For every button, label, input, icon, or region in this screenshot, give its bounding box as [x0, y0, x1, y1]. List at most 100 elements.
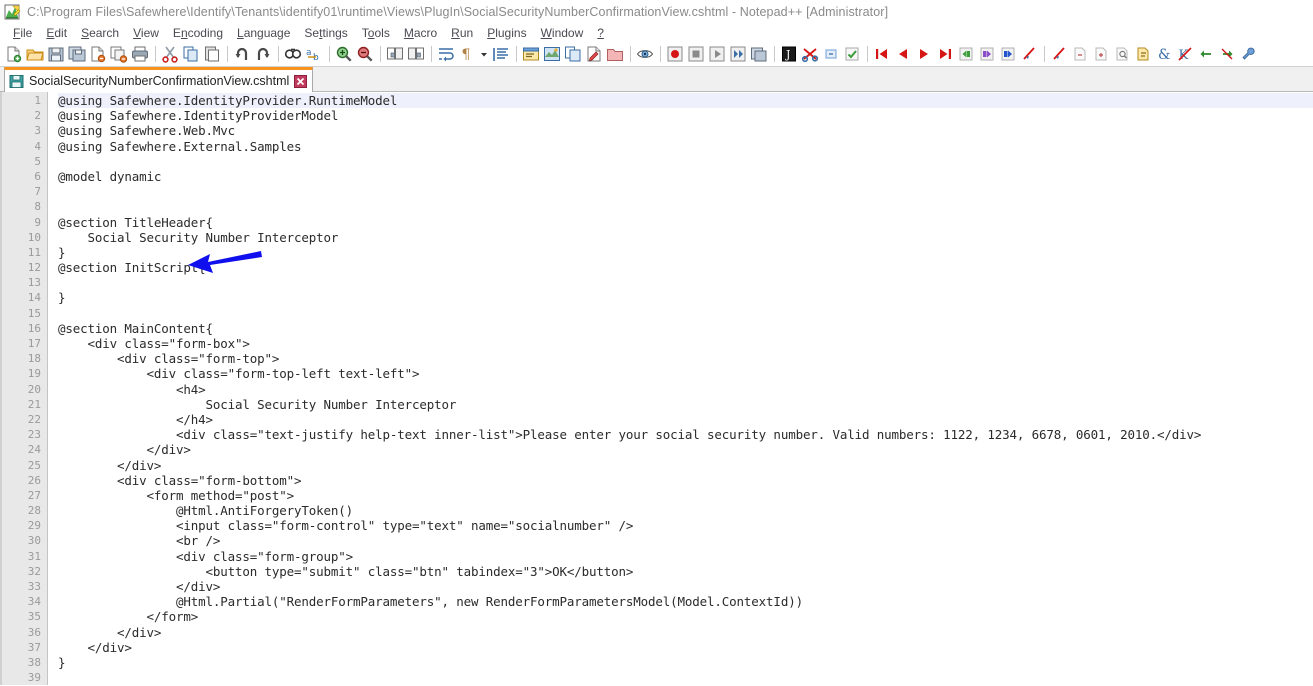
- ampersand-icon[interactable]: &: [1154, 44, 1174, 64]
- monitoring-icon[interactable]: [635, 44, 655, 64]
- function-list-icon[interactable]: [584, 44, 604, 64]
- code-line[interactable]: <form method="post">: [58, 488, 1313, 503]
- menu-settings[interactable]: Settings: [297, 26, 354, 40]
- zoom-in-icon[interactable]: [334, 44, 354, 64]
- save-macro-icon[interactable]: [749, 44, 769, 64]
- menu-window[interactable]: Window: [534, 26, 591, 40]
- code-line[interactable]: @section InitScript{: [58, 260, 1313, 275]
- word-wrap-icon[interactable]: [436, 44, 456, 64]
- code-line[interactable]: <div class="form-top">: [58, 351, 1313, 366]
- menu-tools[interactable]: Tools: [355, 26, 397, 40]
- code-line[interactable]: </div>: [58, 458, 1313, 473]
- jump-up-icon[interactable]: [1217, 44, 1237, 64]
- menu-run[interactable]: Run: [444, 26, 480, 40]
- code-line[interactable]: </div>: [58, 640, 1313, 655]
- show-all-characters-icon[interactable]: ¶: [457, 44, 477, 64]
- menu-file[interactable]: File: [6, 26, 39, 40]
- code-line[interactable]: }: [58, 655, 1313, 670]
- code-line[interactable]: [58, 275, 1313, 290]
- user-defined-dialog-icon[interactable]: [521, 44, 541, 64]
- next-diff-icon[interactable]: [914, 44, 934, 64]
- blue-arrow-icon[interactable]: [998, 44, 1018, 64]
- close-tab-icon[interactable]: [294, 74, 308, 88]
- menu-encoding[interactable]: Encoding: [166, 26, 230, 40]
- find-icon[interactable]: [283, 44, 303, 64]
- document-list-icon[interactable]: [563, 44, 583, 64]
- code-text-area[interactable]: @using Safewhere.IdentityProvider.Runtim…: [48, 92, 1313, 685]
- code-line[interactable]: <div class="form-box">: [58, 336, 1313, 351]
- code-editor[interactable]: 1 2 3 4 5 6 7 8 9 10 11 12 13 14 15 16 17 18 19 20 21 22 23 24 2…: [0, 92, 1313, 685]
- code-line[interactable]: @Html.Partial("RenderFormParameters", ne…: [58, 594, 1313, 609]
- code-line[interactable]: </div>: [58, 442, 1313, 457]
- code-line[interactable]: <div class="form-group">: [58, 549, 1313, 564]
- run-macro-multiple-icon[interactable]: [728, 44, 748, 64]
- compare-navigate-icon[interactable]: [821, 44, 841, 64]
- code-line[interactable]: <input class="form-control" type="text" …: [58, 518, 1313, 533]
- save-all-icon[interactable]: [67, 44, 87, 64]
- diff-ignore-icon[interactable]: [1049, 44, 1069, 64]
- cut-icon[interactable]: [160, 44, 180, 64]
- zoom-out-icon[interactable]: [355, 44, 375, 64]
- stop-recording-icon[interactable]: [686, 44, 706, 64]
- menu-edit[interactable]: Edit: [39, 26, 74, 40]
- jump-down-icon[interactable]: [1196, 44, 1216, 64]
- code-line[interactable]: <div class="form-bottom">: [58, 473, 1313, 488]
- sync-horizontal-scroll-icon[interactable]: [406, 44, 426, 64]
- compare-files-icon[interactable]: [800, 44, 820, 64]
- code-line[interactable]: [58, 154, 1313, 169]
- redo-icon[interactable]: [253, 44, 273, 64]
- last-diff-icon[interactable]: [935, 44, 955, 64]
- tab-bar[interactable]: SocialSecurityNumberConfirmationView.csh…: [0, 67, 1313, 92]
- menu-help[interactable]: ?: [590, 26, 611, 40]
- xml-validate-icon[interactable]: [842, 44, 862, 64]
- settings-wrench-icon[interactable]: [1238, 44, 1258, 64]
- folder-as-workspace-icon[interactable]: [605, 44, 625, 64]
- clear-style-icon[interactable]: K: [1175, 44, 1195, 64]
- toolbar[interactable]: a b ¶ J &: [0, 42, 1313, 67]
- code-line[interactable]: [58, 199, 1313, 214]
- close-file-icon[interactable]: [88, 44, 108, 64]
- save-icon[interactable]: [46, 44, 66, 64]
- minus-doc-icon[interactable]: [1070, 44, 1090, 64]
- menu-bar[interactable]: File Edit Search View Encoding Language …: [0, 24, 1313, 42]
- indent-guide-icon[interactable]: [491, 44, 511, 64]
- first-diff-icon[interactable]: [872, 44, 892, 64]
- plus-doc-icon[interactable]: [1091, 44, 1111, 64]
- print-icon[interactable]: [130, 44, 150, 64]
- code-line[interactable]: }: [58, 245, 1313, 260]
- code-line[interactable]: @model dynamic: [58, 169, 1313, 184]
- clear-results-icon[interactable]: [1019, 44, 1039, 64]
- sync-vertical-scroll-icon[interactable]: [385, 44, 405, 64]
- undo-icon[interactable]: [232, 44, 252, 64]
- show-all-characters-dropdown-icon[interactable]: [478, 44, 490, 64]
- record-macro-icon[interactable]: [665, 44, 685, 64]
- paste-icon[interactable]: [202, 44, 222, 64]
- code-line[interactable]: [58, 306, 1313, 321]
- code-line[interactable]: }: [58, 290, 1313, 305]
- code-line[interactable]: [58, 670, 1313, 685]
- code-line[interactable]: Social Security Number Interceptor: [58, 397, 1313, 412]
- code-line[interactable]: <div class="text-justify help-text inner…: [58, 427, 1313, 442]
- code-line[interactable]: @Html.AntiForgeryToken(): [58, 503, 1313, 518]
- menu-language[interactable]: Language: [230, 26, 297, 40]
- tab-social-security-number-confirmation-view[interactable]: SocialSecurityNumberConfirmationView.csh…: [4, 67, 314, 92]
- code-line[interactable]: @using Safewhere.IdentityProviderModel: [58, 108, 1313, 123]
- highlight-doc-icon[interactable]: [1133, 44, 1153, 64]
- green-arrow-icon[interactable]: [956, 44, 976, 64]
- preview-doc-icon[interactable]: [1112, 44, 1132, 64]
- code-line[interactable]: @section TitleHeader{: [58, 215, 1313, 230]
- replace-icon[interactable]: a b: [304, 44, 324, 64]
- code-line[interactable]: <h4>: [58, 382, 1313, 397]
- code-line[interactable]: </form>: [58, 609, 1313, 624]
- document-map-icon[interactable]: [542, 44, 562, 64]
- menu-search[interactable]: Search: [74, 26, 126, 40]
- code-line[interactable]: @using Safewhere.Web.Mvc: [58, 123, 1313, 138]
- code-line[interactable]: Social Security Number Interceptor: [58, 230, 1313, 245]
- code-line[interactable]: </div>: [58, 625, 1313, 640]
- close-all-icon[interactable]: [109, 44, 129, 64]
- playback-macro-icon[interactable]: [707, 44, 727, 64]
- dark-mode-icon[interactable]: J: [779, 44, 799, 64]
- code-line[interactable]: </div>: [58, 579, 1313, 594]
- menu-view[interactable]: View: [126, 26, 166, 40]
- new-file-icon[interactable]: [4, 44, 24, 64]
